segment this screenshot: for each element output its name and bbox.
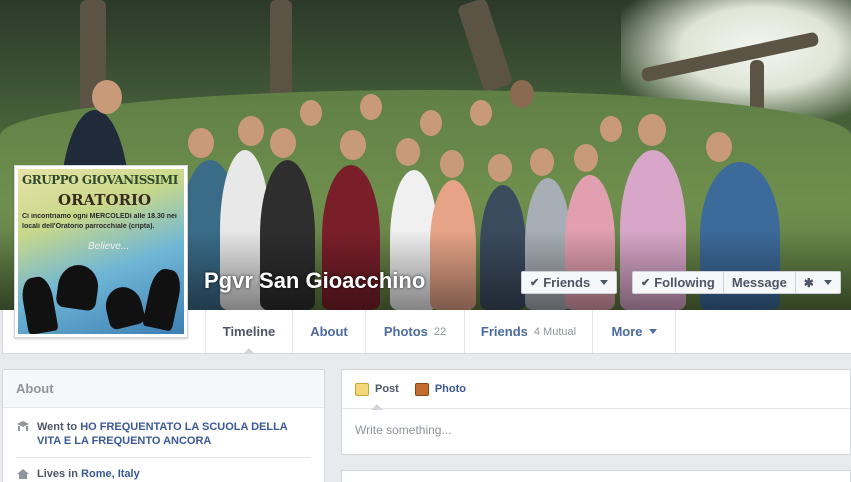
education-item: Went to HO FREQUENTATO LA SCUOLA DELLA V… bbox=[3, 420, 324, 448]
tab-timeline[interactable]: Timeline bbox=[205, 310, 292, 354]
following-button[interactable]: ✔ Following bbox=[632, 271, 724, 294]
chevron-down-icon bbox=[823, 280, 832, 285]
friends-button-group: ✔ Friends bbox=[521, 271, 618, 294]
settings-button[interactable]: ✱ bbox=[795, 271, 841, 294]
profile-picture-title: GRUPPO GIOVANISSIMI bbox=[22, 173, 178, 187]
photo-icon bbox=[414, 382, 429, 396]
profile-picture-text: Ci incontriamo ogni MERCOLEDì alle 18.30… bbox=[22, 213, 177, 220]
about-heading[interactable]: About bbox=[3, 370, 324, 408]
post-composer: Post Photo Write something... bbox=[341, 369, 851, 455]
composer-tab-post[interactable]: Post bbox=[355, 370, 399, 410]
tab-about[interactable]: About bbox=[292, 310, 365, 353]
composer-tab-photo[interactable]: Photo bbox=[414, 370, 466, 409]
profile-page: Pgvr San Gioacchino ✔ Friends ✔ Followin… bbox=[0, 0, 851, 482]
friends-button-label: Friends bbox=[543, 275, 591, 290]
home-icon bbox=[17, 469, 29, 479]
checkmark-icon: ✔ bbox=[530, 277, 540, 289]
message-button-label: Message bbox=[731, 275, 787, 290]
tab-more[interactable]: More bbox=[592, 310, 676, 353]
profile-picture-text: locali dell'Oratorio parrocchiale (cript… bbox=[22, 223, 155, 230]
profile-picture-subtitle: ORATORIO bbox=[58, 191, 152, 209]
post-icon bbox=[355, 382, 369, 396]
post-input[interactable]: Write something... bbox=[342, 409, 850, 451]
profile-picture[interactable]: GRUPPO GIOVANISSIMI ORATORIO Ci incontri… bbox=[14, 165, 188, 338]
education-icon bbox=[17, 421, 29, 431]
checkmark-icon: ✔ bbox=[641, 277, 651, 289]
photos-count: 22 bbox=[433, 325, 447, 338]
gear-icon: ✱ bbox=[803, 275, 814, 290]
location-item: Lives in Rome, Italy bbox=[3, 467, 324, 481]
chevron-down-icon bbox=[600, 280, 609, 285]
tab-friends[interactable]: Friends 4 Mutual bbox=[464, 310, 592, 353]
following-button-label: Following bbox=[654, 275, 715, 290]
mutual-friends-count: 4 Mutual bbox=[533, 325, 577, 338]
location-link[interactable]: Rome, Italy bbox=[81, 468, 140, 480]
story-card bbox=[341, 470, 851, 482]
message-button[interactable]: Message bbox=[723, 271, 796, 294]
about-box: About Went to HO FREQUENTATO LA SCUOLA D… bbox=[2, 369, 325, 482]
action-button-group: ✔ Following Message ✱ bbox=[632, 271, 841, 294]
profile-picture-tagline: Believe... bbox=[88, 241, 130, 252]
divider bbox=[16, 457, 311, 458]
chevron-down-icon bbox=[648, 329, 657, 334]
tab-photos[interactable]: Photos 22 bbox=[365, 310, 464, 353]
friends-button[interactable]: ✔ Friends bbox=[521, 271, 618, 294]
page-title[interactable]: Pgvr San Gioacchino bbox=[204, 268, 425, 294]
